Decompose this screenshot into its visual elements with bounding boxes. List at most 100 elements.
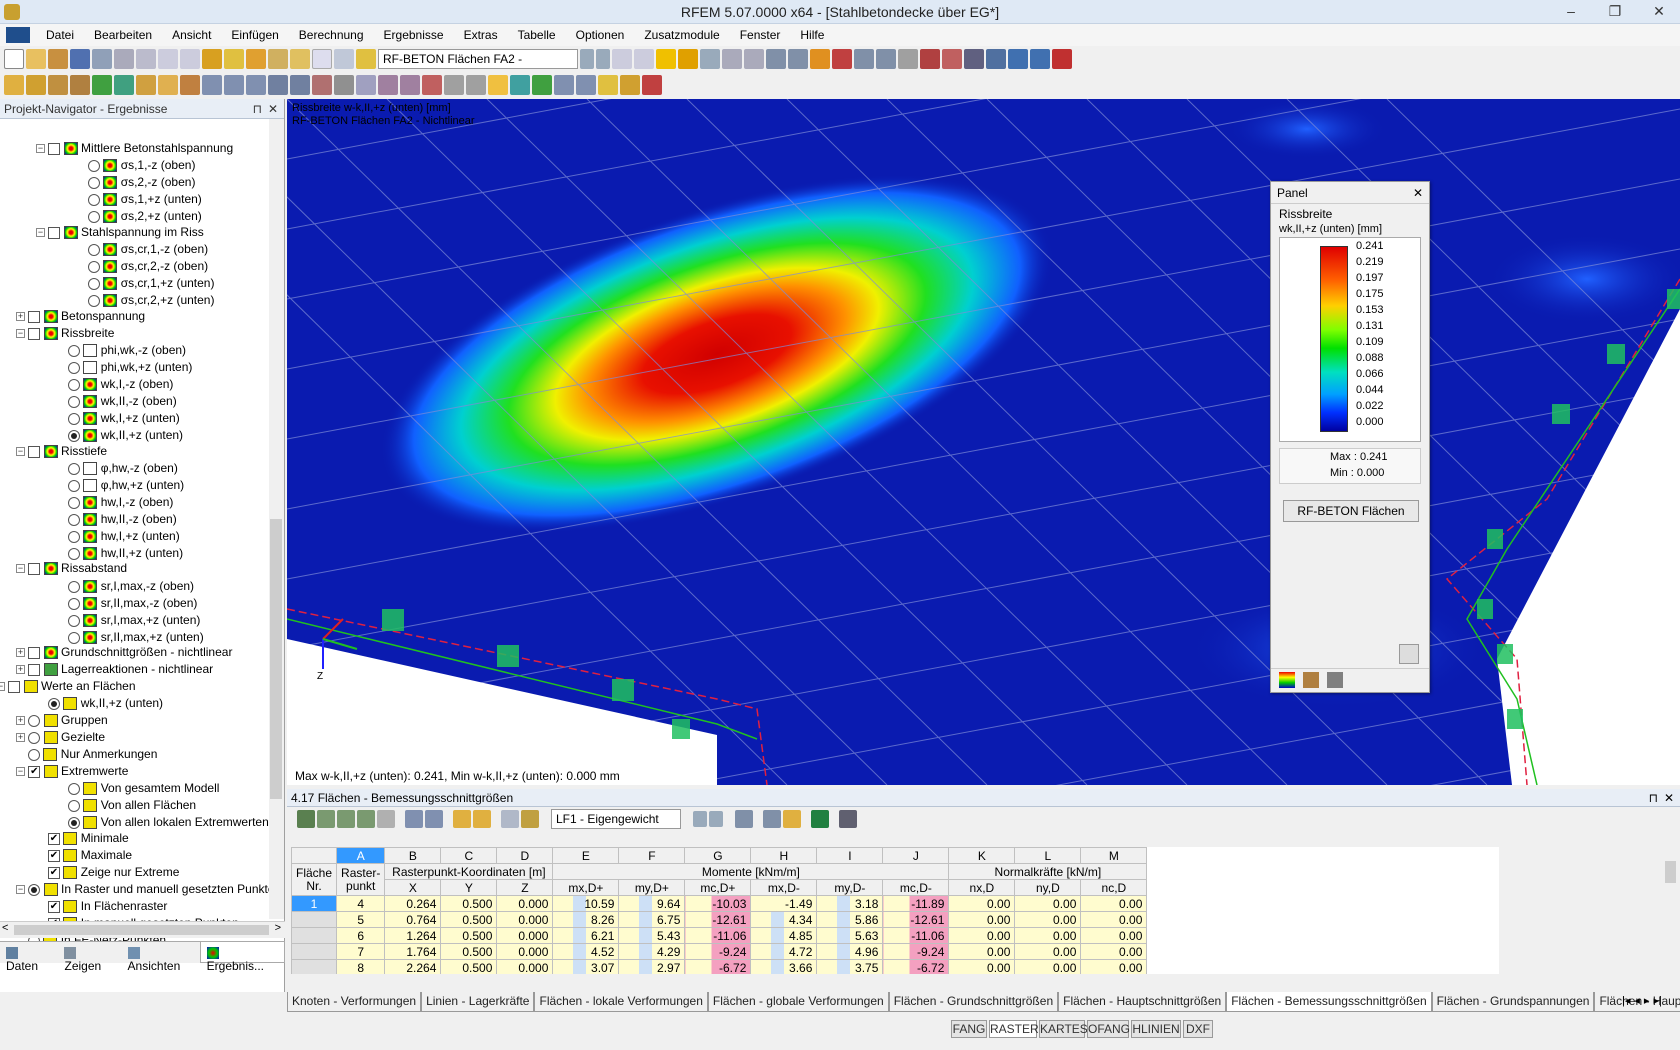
- chart-icon[interactable]: [642, 75, 662, 95]
- support-icon[interactable]: [70, 75, 90, 95]
- table-cell[interactable]: 0.00: [948, 959, 1016, 974]
- collapse-icon[interactable]: −: [16, 885, 25, 895]
- tree-item[interactable]: + Lagerreaktionen - nichtlinear: [16, 661, 213, 678]
- table-cell[interactable]: -12.61: [882, 911, 950, 928]
- line-icon[interactable]: [26, 75, 46, 95]
- checkbox[interactable]: [48, 226, 61, 239]
- tab-last-icon[interactable]: ▸|: [1653, 994, 1661, 1010]
- tree-item[interactable]: phi,wk,+z (unten): [56, 359, 192, 376]
- status-kartes[interactable]: KARTES: [1039, 1020, 1088, 1038]
- table-highlight-icon[interactable]: [453, 810, 471, 828]
- table-icon[interactable]: [290, 49, 310, 69]
- section-icon[interactable]: [744, 49, 764, 69]
- radio-button[interactable]: [68, 530, 80, 543]
- menu-ansicht[interactable]: Ansicht: [162, 28, 221, 42]
- tree-item[interactable]: σs,cr,1,-z (oben): [76, 241, 208, 258]
- table-mark-icon[interactable]: [473, 810, 491, 828]
- tree-item[interactable]: phi,wk,-z (oben): [56, 342, 186, 359]
- next-case-icon[interactable]: [596, 49, 610, 69]
- tree-item[interactable]: hw,I,+z (unten): [56, 528, 180, 545]
- node-icon[interactable]: [4, 75, 24, 95]
- tree-item[interactable]: sr,II,max,-z (oben): [56, 595, 197, 612]
- table-cell[interactable]: 6.21: [552, 927, 620, 944]
- table-cell[interactable]: 5.86: [816, 911, 884, 928]
- tree-item[interactable]: wk,II,+z (unten): [56, 427, 183, 444]
- results-icon[interactable]: [224, 49, 244, 69]
- collapse-icon[interactable]: −: [16, 564, 25, 574]
- scroll-left-icon[interactable]: <: [2, 922, 8, 934]
- radio-button[interactable]: [68, 479, 80, 492]
- menu-fenster[interactable]: Fenster: [730, 28, 791, 42]
- table-row[interactable]: 6 1.264 0.500 0.000 6.21 5.43 -11.06 4.85 5.63 -1…: [291, 927, 1148, 944]
- show-values-icon[interactable]: [678, 49, 698, 69]
- panel-icon[interactable]: [312, 49, 332, 69]
- checkbox[interactable]: [28, 310, 41, 323]
- table-vscroll-thumb[interactable]: [1665, 861, 1676, 883]
- table-cell[interactable]: 4.34: [750, 911, 818, 928]
- new-icon[interactable]: [4, 49, 24, 69]
- tree-item[interactable]: wk,I,-z (oben): [56, 376, 173, 393]
- redo-icon[interactable]: [180, 49, 200, 69]
- fe-contour-plot[interactable]: [287, 99, 1680, 785]
- checkbox[interactable]: [8, 680, 21, 693]
- tree-item[interactable]: σs,cr,2,+z (unten): [76, 292, 214, 309]
- anim-icon[interactable]: [700, 49, 720, 69]
- report-icon[interactable]: [1030, 49, 1050, 69]
- viewport-3d[interactable]: Rissbreite w-k,II,+z (unten) [mm] RF-BET…: [287, 99, 1680, 785]
- pdf-icon[interactable]: [1052, 49, 1072, 69]
- checkbox[interactable]: ✔: [28, 765, 41, 778]
- table-cell[interactable]: 10.59: [552, 895, 620, 912]
- tree-item[interactable]: wk,I,+z (unten): [56, 410, 180, 427]
- radio-button[interactable]: [68, 799, 80, 812]
- checkbox[interactable]: [28, 663, 41, 676]
- tab-daten[interactable]: Daten: [0, 942, 58, 973]
- hinge-icon[interactable]: [158, 75, 178, 95]
- table-cell[interactable]: 5.63: [816, 927, 884, 944]
- checkbox[interactable]: ✔: [48, 900, 60, 913]
- radio-button[interactable]: [88, 277, 100, 290]
- table-cell[interactable]: 0.00: [948, 943, 1016, 960]
- solid-view-icon[interactable]: [466, 75, 486, 95]
- radio-button[interactable]: [28, 883, 41, 896]
- menu-bearbeiten[interactable]: Bearbeiten: [84, 28, 162, 42]
- radio-button[interactable]: [68, 614, 80, 627]
- checkbox[interactable]: ✔: [48, 866, 60, 879]
- column-letter[interactable]: K: [948, 847, 1016, 864]
- table-cell[interactable]: 0.764: [384, 911, 442, 928]
- menu-tabelle[interactable]: Tabelle: [508, 28, 566, 42]
- mirror-icon[interactable]: [246, 75, 266, 95]
- scroll-right-icon[interactable]: >: [275, 922, 281, 934]
- tree-item[interactable]: hw,II,-z (oben): [56, 511, 177, 528]
- table-settings-icon[interactable]: [839, 810, 857, 828]
- panel-legend-tab-icon[interactable]: [1279, 672, 1295, 688]
- tree-item[interactable]: + Grundschnittgrößen - nichtlinear: [16, 644, 232, 661]
- tree-item[interactable]: σs,cr,2,-z (oben): [76, 258, 208, 275]
- calc-icon[interactable]: [202, 49, 222, 69]
- module-icon[interactable]: [246, 49, 266, 69]
- results-table[interactable]: ABCDEFGHIJKLM Fläche Nr. Raster- punkt R…: [291, 847, 1148, 974]
- radio-button[interactable]: [68, 429, 80, 442]
- table-cell[interactable]: -11.89: [882, 895, 950, 912]
- table-cell[interactable]: 0.500: [440, 911, 498, 928]
- radio-button[interactable]: [88, 193, 100, 206]
- expand-icon[interactable]: +: [16, 648, 25, 658]
- tab-next-icon[interactable]: ▸: [1644, 994, 1650, 1010]
- status-hlinien[interactable]: HLINIEN: [1131, 1020, 1181, 1038]
- tree-item[interactable]: ✔ Zeige nur Extreme: [36, 864, 179, 881]
- collapse-icon[interactable]: −: [36, 228, 45, 238]
- copy-move-icon[interactable]: [202, 75, 222, 95]
- radio-button[interactable]: [68, 513, 80, 526]
- table-cell[interactable]: 1: [291, 895, 338, 912]
- table-cell[interactable]: 0.00: [948, 911, 1016, 928]
- excel-icon[interactable]: [811, 810, 829, 828]
- status-fang[interactable]: FANG: [951, 1020, 987, 1038]
- table-cell[interactable]: 4.52: [552, 943, 620, 960]
- radio-button[interactable]: [68, 344, 80, 357]
- connect-icon[interactable]: [290, 75, 310, 95]
- table-cell[interactable]: 5: [336, 911, 386, 928]
- radio-button[interactable]: [68, 580, 80, 593]
- table-cell[interactable]: 0.00: [948, 927, 1016, 944]
- tree-item[interactable]: σs,2,+z (unten): [76, 208, 202, 225]
- table-cell[interactable]: 3.75: [816, 959, 884, 974]
- menu-zusatzmodule[interactable]: Zusatzmodule: [634, 28, 729, 42]
